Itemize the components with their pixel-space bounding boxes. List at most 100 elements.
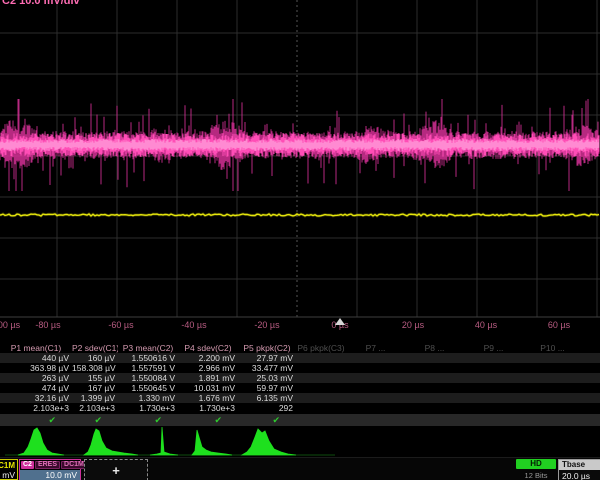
channel-c1-descriptor[interactable]: C1 DC1M 50.0 mV [0, 459, 18, 480]
measure-value: 1.330 mV [118, 393, 178, 403]
c1-scale-value: 50.0 mV [0, 470, 17, 480]
measure-value [346, 393, 405, 403]
measure-value: 440 µV [0, 353, 72, 363]
measure-value: 2.966 mV [178, 363, 238, 373]
measure-param-header[interactable]: P5 pkpk(C2) [238, 343, 296, 353]
c2-coupling-chip: DC1M [61, 461, 87, 469]
measure-value: 363.98 µV [0, 363, 72, 373]
measure-value [296, 353, 346, 363]
timebase-value: 20.0 µs [559, 470, 600, 480]
time-axis-label: -60 µs [108, 320, 133, 330]
measure-value: 292 [238, 403, 296, 413]
measure-value: 25.03 mV [238, 373, 296, 383]
histicon[interactable] [18, 428, 64, 455]
measure-value [346, 363, 405, 373]
histicon[interactable] [150, 427, 178, 455]
channel-c2-descriptor[interactable]: C2 ERES DC1M 10.0 mV [19, 459, 81, 480]
timebase-title: Tbase [559, 460, 600, 470]
measure-value: 2.200 mV [178, 353, 238, 363]
waveform-grid[interactable]: C2 10.0 mV/div [0, 0, 600, 318]
plus-icon: + [112, 463, 120, 478]
measure-value [346, 383, 405, 393]
c2-eres-chip: ERES [35, 461, 60, 469]
measure-value [464, 373, 523, 383]
measure-value: 160 µV [72, 353, 118, 363]
measure-value [464, 393, 523, 403]
measure-histicons [0, 424, 600, 457]
measure-value [296, 403, 346, 413]
measure-value: 263 µV [0, 373, 72, 383]
hd-mode-badge[interactable]: HD [516, 459, 556, 469]
time-axis: -100 µs-80 µs-60 µs-40 µs-20 µs0 µs20 µs… [0, 318, 600, 333]
measure-value [523, 363, 582, 373]
waveform-svg [0, 0, 600, 318]
measure-value [464, 383, 523, 393]
measure-value: 1.399 µV [72, 393, 118, 403]
crosshair-drop-zone[interactable]: + [84, 459, 148, 480]
histicon[interactable] [84, 429, 138, 455]
measure-value [296, 373, 346, 383]
measure-table[interactable]: P1 mean(C1)P2 sdev(C1)P3 mean(C2)P4 sdev… [0, 343, 600, 426]
measure-param-header[interactable]: P7 ... [346, 343, 405, 353]
measure-value [346, 403, 405, 413]
measure-value: 1.557591 V [118, 363, 178, 373]
trigger-position-marker[interactable] [335, 318, 345, 325]
clipped-trace-label: C2 10.0 mV/div [2, 0, 88, 8]
measure-value: 1.550645 V [118, 383, 178, 393]
time-axis-label: -40 µs [181, 320, 206, 330]
measure-value: 10.031 mV [178, 383, 238, 393]
measure-value: 1.550616 V [118, 353, 178, 363]
measure-value: 2.103e+3 [72, 403, 118, 413]
time-axis-label: -100 µs [0, 320, 20, 330]
measure-param-header[interactable]: P3 mean(C2) [118, 343, 178, 353]
measure-value [405, 353, 464, 363]
measure-param-header[interactable]: P2 sdev(C1) [72, 343, 118, 353]
measure-param-header[interactable]: P6 pkpk(C3) [296, 343, 346, 353]
measure-param-header[interactable]: P1 mean(C1) [0, 343, 72, 353]
measure-value [523, 403, 582, 413]
measure-value [523, 373, 582, 383]
measure-param-header[interactable]: P10 ... [523, 343, 582, 353]
measure-value [523, 393, 582, 403]
time-axis-label: 20 µs [402, 320, 424, 330]
measure-value [464, 353, 523, 363]
oscilloscope-screen: C2 10.0 mV/div -100 µs -80 µs -60 µs -40 µs… [0, 0, 600, 480]
measure-value [405, 383, 464, 393]
measure-value: 1.730e+3 [118, 403, 178, 413]
measure-value [405, 373, 464, 383]
measure-value: 2.103e+3 [0, 403, 72, 413]
measure-value [464, 363, 523, 373]
hd-bits-label: 12 Bits [516, 471, 556, 480]
measure-row-num: 2.103e+32.103e+31.730e+31.730e+3292 [0, 403, 600, 413]
measure-value [405, 393, 464, 403]
c2-scale-value: 10.0 mV [20, 470, 80, 480]
measure-value [523, 353, 582, 363]
measure-param-header[interactable]: P4 sdev(C2) [178, 343, 238, 353]
histicon[interactable] [242, 429, 296, 455]
time-axis-label: -80 µs [35, 320, 60, 330]
time-axis-label: -20 µs [254, 320, 279, 330]
c1-coupling-label: C1 DC1M [0, 460, 17, 470]
measure-value: 1.550084 V [118, 373, 178, 383]
measure-param-header[interactable]: P9 ... [464, 343, 523, 353]
measure-value: 155 µV [72, 373, 118, 383]
measure-param-header[interactable]: P8 ... [405, 343, 464, 353]
time-axis-label: 60 µs [548, 320, 570, 330]
measure-value [296, 363, 346, 373]
measure-value: 158.308 µV [72, 363, 118, 373]
c2-channel-chip: C2 [21, 461, 34, 469]
measure-row-mean: 363.98 µV158.308 µV1.557591 V2.966 mV33.… [0, 363, 600, 373]
histicon[interactable] [192, 430, 232, 455]
time-axis-label: 40 µs [475, 320, 497, 330]
measure-value [296, 383, 346, 393]
measure-value: 33.477 mV [238, 363, 296, 373]
measure-value: 32.16 µV [0, 393, 72, 403]
measure-value [346, 353, 405, 363]
measure-value: 1.730e+3 [178, 403, 238, 413]
bottom-toolbar: C1 DC1M 50.0 mV C2 ERES DC1M 10.0 mV + H… [0, 457, 600, 480]
measure-value [523, 383, 582, 393]
measure-value: 1.676 mV [178, 393, 238, 403]
timebase-descriptor[interactable]: Tbase 20.0 µs [558, 459, 600, 480]
measure-row-sdev: 32.16 µV1.399 µV1.330 mV1.676 mV6.135 mV [0, 393, 600, 403]
measure-row-value: 440 µV160 µV1.550616 V2.200 mV27.97 mV [0, 353, 600, 363]
